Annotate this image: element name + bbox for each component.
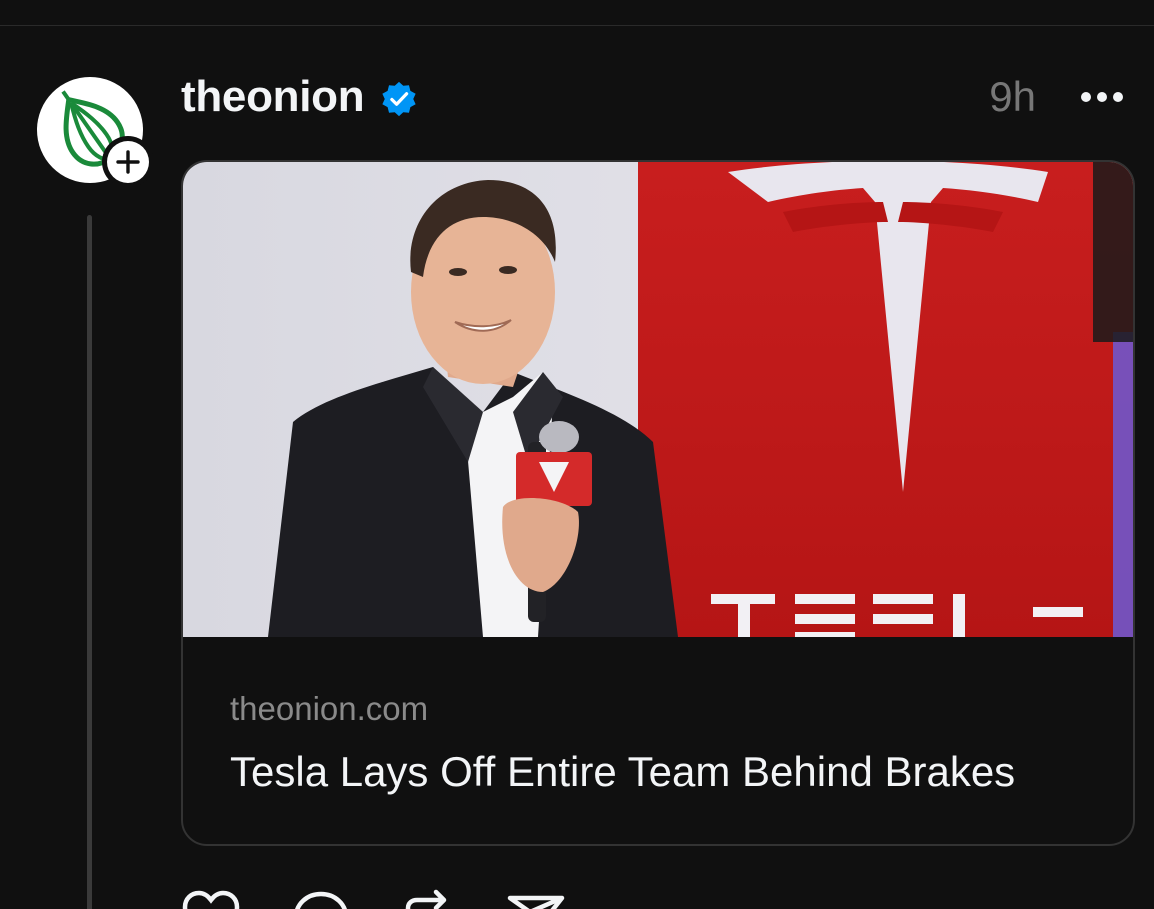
like-button[interactable] xyxy=(181,888,241,909)
ellipsis-icon xyxy=(1081,92,1123,102)
repost-icon xyxy=(405,889,447,909)
more-options-button[interactable] xyxy=(1078,82,1126,112)
article-image xyxy=(183,162,1133,637)
link-preview-card[interactable]: theonion.com Tesla Lays Off Entire Team … xyxy=(181,160,1135,846)
timestamp: 9h xyxy=(989,73,1036,120)
username[interactable]: theonion xyxy=(181,72,365,122)
threads-post-view: theonion 9h theonion.com Tesla Lays Off … xyxy=(0,0,1154,909)
link-domain: theonion.com xyxy=(230,690,429,727)
share-button[interactable] xyxy=(506,888,566,909)
follow-button[interactable] xyxy=(102,136,154,188)
plus-icon xyxy=(116,150,140,174)
send-icon xyxy=(507,895,565,909)
post-actions xyxy=(181,888,581,909)
repost-button[interactable] xyxy=(396,888,456,909)
link-title: Tesla Lays Off Entire Team Behind Brakes xyxy=(230,748,1016,795)
comment-icon xyxy=(295,891,347,909)
verified-badge-icon xyxy=(382,81,416,117)
thread-line xyxy=(87,215,92,909)
reply-button[interactable] xyxy=(291,888,351,909)
heart-icon xyxy=(182,890,240,909)
divider xyxy=(0,25,1154,26)
